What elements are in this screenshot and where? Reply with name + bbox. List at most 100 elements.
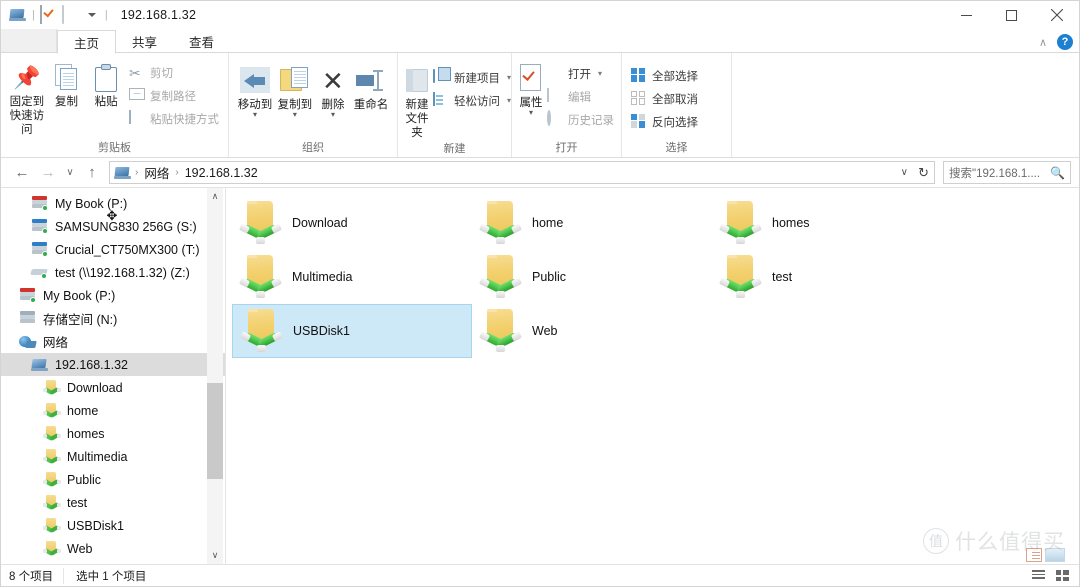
collapse-ribbon-icon[interactable]: ∧ [1039,36,1047,49]
tab-home[interactable]: 主页 [57,30,117,54]
help-icon[interactable]: ? [1057,34,1073,50]
nav-item-my-book-p[interactable]: My Book (P:) [1,284,225,307]
select-all-button[interactable]: 全部选择 [628,65,701,86]
rename-button[interactable]: 重命名 [351,61,391,112]
move-to-caret-icon[interactable]: ▾ [253,111,257,119]
file-menu-tab[interactable] [1,29,57,53]
invert-selection-button[interactable]: 反向选择 [628,111,701,132]
refresh-icon[interactable]: ↻ [918,165,929,181]
move-to-button[interactable]: 移动到 ▾ [235,61,275,119]
select-none-button[interactable]: 全部取消 [628,88,701,109]
file-item-public[interactable]: Public [472,250,712,304]
breadcrumb-separator-1[interactable]: › [134,167,139,178]
minimize-button[interactable] [944,1,989,29]
nav-item-public[interactable]: Public [1,468,225,491]
maximize-button[interactable] [989,1,1034,29]
nav-item-home[interactable]: home [1,399,225,422]
nav-item-crucial-ct750mx300-t[interactable]: Crucial_CT750MX300 (T:) [1,238,225,261]
nav-item-download[interactable]: Download [1,376,225,399]
back-button[interactable]: ← [9,160,35,186]
file-item-web[interactable]: Web [472,304,712,358]
tab-view-label: 查看 [189,35,215,50]
nav-item-n[interactable]: 存储空间 (N:) [1,307,225,330]
breadcrumb-item-host[interactable]: 192.168.1.32 [182,166,261,180]
breadcrumb[interactable]: › 网络 › 192.168.1.32 ∨ ↻ [109,161,935,184]
chevron-down-icon[interactable] [87,13,96,17]
delete-caret-icon[interactable]: ▾ [331,111,335,119]
easy-access-button[interactable]: 轻松访问 ▾ [430,90,514,111]
folder-icon[interactable] [61,5,80,24]
details-view-icon[interactable] [1027,566,1049,586]
scrollbar-track[interactable] [207,205,223,547]
file-grid-row: USBDisk1 Web [232,304,1079,358]
open-small-commands: 打开 ▾ 编辑 历史记录 [544,59,617,130]
breadcrumb-separator-2[interactable]: › [174,167,179,178]
paste-shortcut-button[interactable]: 粘贴快捷方式 [126,108,222,129]
delete-button[interactable]: ✕ 删除 ▾ [315,61,351,119]
file-item-homes[interactable]: homes [712,196,952,250]
history-button[interactable]: 历史记录 [544,109,617,130]
easy-access-label: 轻松访问 [454,95,500,108]
paste-button[interactable]: 粘贴 [86,58,126,109]
open-button[interactable]: 打开 ▾ [544,63,617,84]
recent-locations-button[interactable]: ∨ [61,160,79,186]
scroll-down-button[interactable]: ∨ [212,547,219,564]
new-item-button[interactable]: 新建项目 ▾ [430,67,514,88]
close-button[interactable] [1034,1,1079,29]
scrollbar-thumb[interactable] [207,382,223,479]
up-button[interactable]: ↑ [79,160,105,186]
history-label: 历史记录 [568,114,614,127]
breadcrumb-dropdown-icon[interactable]: ∨ [901,167,908,178]
new-item-icon [433,68,449,86]
breadcrumb-item-network[interactable]: 网络 [141,163,172,182]
tab-share-label: 共享 [132,35,158,50]
copy-button[interactable]: 复制 [47,58,87,109]
new-item-caret-icon[interactable]: ▾ [507,73,511,82]
nav-item-my-book-p[interactable]: My Book (P:) [1,192,225,215]
nav-item-usbdisk1[interactable]: USBDisk1 [1,514,225,537]
properties-caret-icon[interactable]: ▾ [529,109,533,117]
nav-item-web[interactable]: Web [1,537,225,560]
file-item-download[interactable]: Download [232,196,472,250]
tab-view[interactable]: 查看 [173,29,230,53]
nav-item-[interactable]: 网络 [1,330,225,353]
copy-path-button[interactable]: — 复制路径 [126,85,222,106]
file-item-usbdisk1[interactable]: USBDisk1 [232,304,472,358]
new-folder-button[interactable]: 新建 文件夹 [404,61,430,140]
nav-item-multimedia[interactable]: Multimedia [1,445,225,468]
nav-item-homes[interactable]: homes [1,422,225,445]
scroll-up-button[interactable]: ∧ [212,188,219,205]
file-item-multimedia[interactable]: Multimedia [232,250,472,304]
edit-button[interactable]: 编辑 [544,86,617,107]
nav-item-test-192-168-1-32-z[interactable]: test (\\192.168.1.32) (Z:) [1,261,225,284]
forward-button[interactable]: → [35,160,61,186]
pin-to-quick-access-button[interactable]: 📌 固定到 快速访问 [7,58,47,137]
easy-access-caret-icon[interactable]: ▾ [507,96,511,105]
properties-button[interactable]: 属性 ▾ [518,59,544,117]
new-folder-label-line1: 新建 [405,99,429,111]
copy-to-button[interactable]: 复制到 ▾ [275,61,315,119]
select-none-icon [631,90,647,107]
pc-icon[interactable] [9,6,27,24]
navigation-scrollbar[interactable]: ∧ ∨ [207,188,223,564]
nav-item-label: 网络 [43,336,69,350]
file-item-test[interactable]: test [712,250,952,304]
tab-share[interactable]: 共享 [116,29,173,53]
file-list-pane[interactable]: Download home homes Multimedia Public test USB… [225,188,1079,564]
shared-folder-icon [43,425,61,442]
search-input[interactable]: 搜索"192.168.1.... 🔍 [943,161,1071,184]
open-caret-icon[interactable]: ▾ [598,69,602,78]
breadcrumb-pc-icon[interactable] [114,164,132,182]
nav-item-192-168-1-32[interactable]: 192.168.1.32 [1,353,225,376]
up-arrow-icon: ↑ [88,164,96,181]
nav-item-samsung830-256g-s[interactable]: SAMSUNG830 256G (S:) [1,215,225,238]
file-item-home[interactable]: home [472,196,712,250]
shared-folder-icon [718,255,763,299]
nav-item-label: Download [67,380,123,395]
cut-button[interactable]: ✂ 剪切 [126,62,222,83]
nav-item-test[interactable]: test [1,491,225,514]
copy-to-caret-icon[interactable]: ▾ [293,111,297,119]
tiles-view-icon[interactable] [1051,566,1073,586]
checkbox-icon[interactable] [39,5,58,24]
ribbon-group-new: 新建 文件夹 新建项目 ▾ 轻松访问 ▾ 新建 [398,53,512,157]
